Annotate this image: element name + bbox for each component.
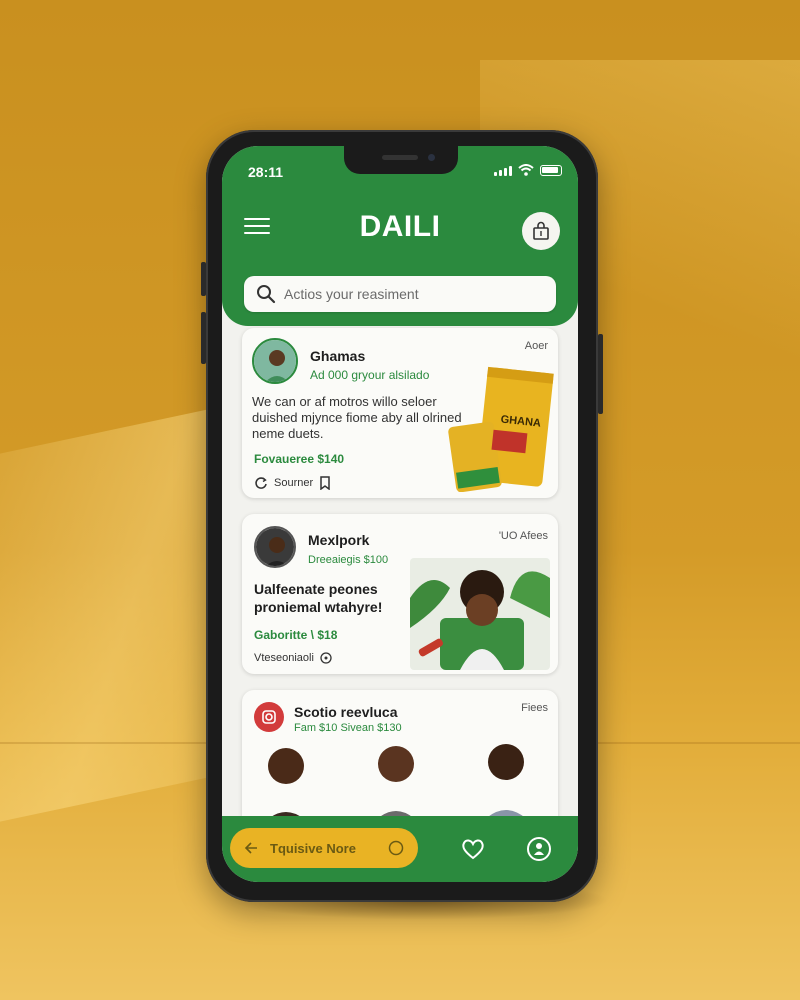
camera-notch <box>344 146 458 174</box>
bookmark-icon[interactable] <box>319 476 331 490</box>
search-icon <box>257 285 276 304</box>
feed-card[interactable]: Ghamas Ad 000 gryour alsilado Aoer We ca… <box>242 328 558 498</box>
product-image: GHANA <box>448 366 554 492</box>
phone-volume-button <box>201 262 206 296</box>
post-description: We can or af motros willo seloer duished… <box>252 394 462 441</box>
coin-icon <box>388 840 404 856</box>
status-icons <box>494 164 562 176</box>
avatar <box>254 526 296 568</box>
post-author: Mexlpork <box>308 532 370 548</box>
post-tag: 'UO Afees <box>498 530 548 542</box>
bottom-nav: Tquisive Nore <box>222 816 578 882</box>
phone-volume-button <box>201 312 206 364</box>
post-footer: Vteseoniaoli <box>254 652 332 664</box>
battery-icon <box>540 165 562 176</box>
shopping-bag-icon <box>533 221 549 240</box>
heart-icon[interactable] <box>460 836 486 862</box>
signal-icon <box>494 166 512 176</box>
post-image <box>410 558 550 670</box>
explore-button-label: Tquisive Nore <box>270 840 356 856</box>
arrow-left-icon <box>244 842 257 854</box>
feed-card[interactable]: Mexlpork Dreeaiegis $100 'UO Afees Ualfe… <box>242 514 558 674</box>
post-subtitle: Ad 000 gryour alsilado <box>310 368 430 382</box>
post-footer-label: Vteseoniaoli <box>254 652 314 664</box>
feed-list: Ghamas Ad 000 gryour alsilado Aoer We ca… <box>222 326 578 840</box>
post-tag: Aoer <box>524 340 548 352</box>
post-author: Scotio reevluca <box>294 704 398 720</box>
post-price: Fovaueree $140 <box>254 452 345 466</box>
post-price: Gaboritte \ $18 <box>254 628 338 642</box>
post-author: Ghamas <box>310 348 366 364</box>
shopping-bag-button[interactable] <box>522 212 560 250</box>
profile-icon[interactable] <box>526 836 552 862</box>
post-footer-label: Sourner <box>274 477 314 489</box>
search-input[interactable] <box>284 286 534 302</box>
post-footer: Sourner <box>254 476 331 490</box>
status-time: 28:11 <box>248 164 284 180</box>
explore-button[interactable]: Tquisive Nore <box>230 828 418 868</box>
post-tag: Fiees <box>521 702 548 714</box>
camera-icon <box>254 702 284 732</box>
post-description: Ualfeenate peones proniemal wtahyre! <box>254 581 383 615</box>
wifi-icon <box>518 164 534 176</box>
post-subtitle: Dreeaiegis $100 <box>308 554 389 566</box>
search-bar <box>244 276 556 312</box>
phone-screen: 28:11 DAILI Actios your reasiment Ghamas… <box>222 146 578 882</box>
refresh-icon[interactable] <box>254 476 268 490</box>
info-icon[interactable] <box>320 652 332 664</box>
avatar <box>252 338 298 384</box>
post-subtitle: Fam $10 Sivean $130 <box>294 722 402 734</box>
phone-power-button <box>598 334 603 414</box>
